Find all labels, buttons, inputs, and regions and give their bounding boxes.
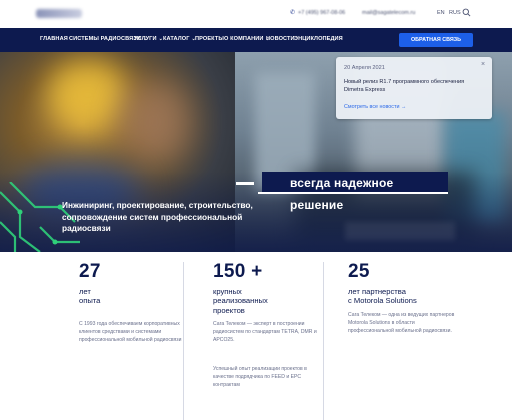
phone-icon: ✆ [290, 10, 296, 16]
lang-ru[interactable]: RUS [449, 10, 461, 16]
divider [323, 262, 324, 420]
phone-contact[interactable]: ✆ +7 (495) 967-08-06 [290, 10, 345, 16]
stat-description: Сага Телеком — эксперт в построении ради… [213, 321, 317, 344]
email-link[interactable]: mail@sagatelecom.ru [362, 10, 415, 16]
stat-number: 150 + [213, 261, 263, 282]
stat-description: Сага Телеком — одна из ведущих партнеров… [348, 312, 455, 335]
hero-slogan: всегда надежное решение [262, 172, 448, 212]
stat-description: С 1993 года обеспечиваем корпоративных к… [79, 321, 182, 344]
stats-section: 27 лет опыта С 1993 года обеспечиваем ко… [40, 252, 472, 420]
nav-item-news[interactable]: НОВОСТИ [266, 36, 295, 42]
nav-item-catalog[interactable]: КАТАЛОГ ⌄ [163, 36, 196, 42]
nav-item-home[interactable]: ГЛАВНАЯ [40, 36, 68, 42]
stat-label: крупных реализованных проектов [213, 287, 268, 315]
stat-description-extra: Успешный опыт реализации проектов в каче… [213, 366, 307, 389]
stat-label: лет опыта [79, 287, 101, 306]
top-bar: ✆ +7 (495) 967-08-06 mail@sagatelecom.ru… [0, 0, 512, 28]
slogan-underline [258, 192, 448, 194]
hero-description: Инжиниринг, проектирование, строительств… [62, 200, 253, 233]
news-popup: 20 Апреля 2021 Новый релиз R1.7 программ… [336, 57, 492, 119]
close-icon[interactable]: × [481, 61, 485, 68]
phone-number[interactable]: +7 (495) 967-08-06 [298, 10, 345, 16]
lang-en[interactable]: EN [437, 10, 445, 16]
stat-years: 27 лет опыта С 1993 года обеспечиваем ко… [79, 252, 209, 420]
nav-item-about[interactable]: О КОМПАНИИ ⌄ [224, 36, 270, 42]
news-date: 20 Апреля 2021 [344, 65, 385, 71]
news-title[interactable]: Новый релиз R1.7 программного обеспечени… [344, 78, 474, 94]
divider [183, 262, 184, 420]
feedback-button[interactable]: ОБРАТНАЯ СВЯЗЬ [399, 33, 473, 47]
stat-number: 27 [79, 261, 101, 282]
stat-partnership: 25 лет партнерства с Motorola Solutions … [348, 252, 478, 420]
nav-item-encyclopedia[interactable]: ЭНЦИКЛОПЕДИЯ [294, 36, 343, 42]
search-icon[interactable] [462, 8, 471, 17]
nav-item-services[interactable]: УСЛУГИ ⌄ [134, 36, 163, 42]
company-logo[interactable] [36, 9, 82, 18]
stat-number: 25 [348, 261, 370, 282]
nav-item-projects[interactable]: ПРОЕКТЫ [195, 36, 224, 42]
page: ✆ +7 (495) 967-08-06 mail@sagatelecom.ru… [0, 0, 512, 420]
stat-label: лет партнерства с Motorola Solutions [348, 287, 417, 306]
slogan-dash [236, 182, 254, 185]
all-news-link[interactable]: Смотреть все новости → [344, 104, 406, 110]
